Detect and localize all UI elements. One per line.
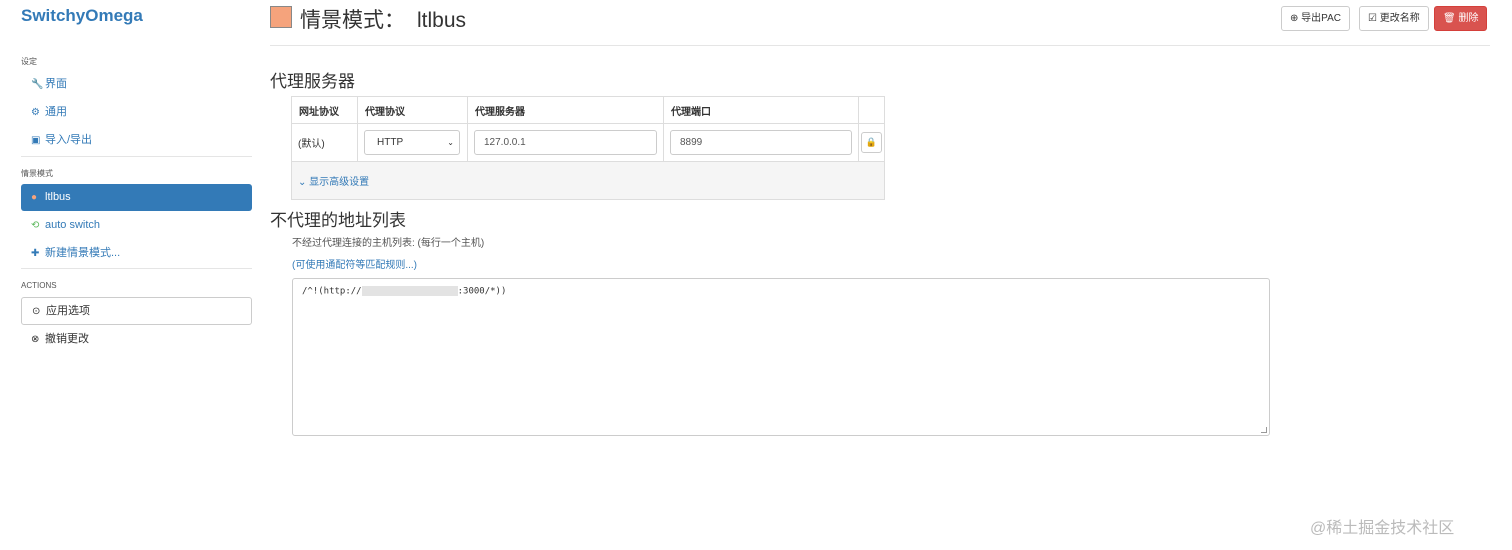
sidebar-item-import-export[interactable]: ▣ 导入/导出 [21,127,252,154]
sidebar-item-label: 导入/导出 [45,134,93,146]
page-title-prefix: 情景模式： [300,9,405,32]
divider [21,156,252,157]
link-label: 显示高级设置 [309,177,370,188]
edit-icon: ☑ [1368,13,1377,24]
wildcard-rules-link[interactable]: (可使用通配符等匹配规则...) [292,256,417,271]
watermark: @稀土掘金技术社区 [1310,520,1455,537]
gear-icon: ⚙ [31,107,40,118]
column-header-empty [858,96,885,124]
sidebar-item-auto-switch[interactable]: ⟲ auto switch [21,212,252,239]
retweet-icon: ⟲ [31,220,40,231]
column-header-port: 代理端口 [663,96,859,124]
column-header-protocol: 代理协议 [357,96,468,124]
sidebar: SwitchyOmega 设定 🔧 界面 ⚙ 通用 ▣ 导入/导出 情景模式 ● ltl… [0,0,262,550]
server-cell: 127.0.0.1 [467,123,664,162]
section-header-profiles: 情景模式 [21,169,53,178]
download-icon: ⊕ [1290,13,1299,24]
protocol-value: HTTP [377,137,404,148]
protocol-cell: HTTP ⌄ [357,123,468,162]
lock-icon: 🔒 [865,137,878,147]
proxy-section-heading: 代理服务器 [270,72,355,91]
sidebar-item-ltlbus[interactable]: ● ltlbus [21,184,252,211]
bypass-description: 不经过代理连接的主机列表: (每行一个主机) [292,238,485,249]
profile-name: ltlbus [417,9,467,32]
table-row: (默认) HTTP ⌄ 127.0.0.1 8899 🔒 [291,123,885,162]
button-label: 更改名称 [1379,13,1420,24]
button-label: 删除 [1458,13,1479,24]
scheme-cell: (默认) [291,123,358,162]
chevron-down-icon: ⌄ [298,177,307,188]
button-label: 撤销更改 [45,333,89,345]
divider [21,268,252,269]
export-pac-button[interactable]: ⊕ 导出PAC [1281,6,1350,31]
globe-icon: ● [31,192,38,203]
auth-lock-button[interactable]: 🔒 [861,132,882,153]
show-advanced-link[interactable]: ⌄ 显示高级设置 [291,161,885,200]
sidebar-item-general[interactable]: ⚙ 通用 [21,99,252,126]
apply-options-button[interactable]: ⊙ 应用选项 [21,297,252,325]
column-header-scheme: 网址协议 [291,96,358,124]
trash-icon: 🗑 [1443,13,1456,24]
plus-icon: ✚ [31,248,40,259]
remove-circle-icon: ⊗ [31,334,40,345]
wrench-icon: 🔧 [31,79,44,90]
bypass-section-heading: 不代理的地址列表 [270,211,406,230]
sidebar-item-label: 新建情景模式... [45,247,121,259]
check-circle-icon: ⊙ [32,306,41,317]
page-title: 情景模式： ltlbus [300,4,466,34]
section-header-actions: ACTIONS [21,281,57,290]
server-input[interactable]: 127.0.0.1 [474,130,657,155]
discard-changes-button[interactable]: ⊗ 撤销更改 [21,326,252,353]
section-header-settings: 设定 [21,57,37,66]
proxy-table: 网址协议 代理协议 代理服务器 代理端口 (默认) HTTP ⌄ 127.0.0… [291,96,885,200]
redacted-host [361,286,458,296]
sidebar-item-label: 界面 [45,78,67,90]
resize-handle[interactable] [1261,427,1267,433]
page-header: 情景模式： ltlbus ⊕ 导出PAC ☑ 更改名称 🗑 删除 [270,0,1490,46]
column-header-server: 代理服务器 [467,96,664,124]
rule-text-prefix: /^!(http:// [302,286,362,297]
rename-button[interactable]: ☑ 更改名称 [1359,6,1429,31]
sidebar-item-label: auto switch [45,219,101,231]
floppy-icon: ▣ [31,135,41,146]
lock-cell: 🔒 [858,123,885,162]
button-label: 应用选项 [46,305,90,317]
profile-color-swatch[interactable] [270,6,292,28]
sidebar-item-new-profile[interactable]: ✚ 新建情景模式... [21,240,252,267]
port-input[interactable]: 8899 [670,130,852,155]
sidebar-item-ui[interactable]: 🔧 界面 [21,71,252,98]
button-label: 导出PAC [1301,13,1341,24]
brand-logo[interactable]: SwitchyOmega [21,6,143,26]
rule-text-suffix: :3000/*)) [457,286,507,297]
table-header-row: 网址协议 代理协议 代理服务器 代理端口 [291,96,885,124]
sidebar-item-label: ltlbus [45,191,71,203]
chevron-down-icon: ⌄ [447,138,454,147]
bypass-list-textarea[interactable]: /^!(http:// :3000/*)) [292,278,1270,436]
delete-button[interactable]: 🗑 删除 [1434,6,1488,31]
protocol-select[interactable]: HTTP ⌄ [364,130,460,155]
advanced-row: ⌄ 显示高级设置 [291,161,885,200]
port-cell: 8899 [663,123,859,162]
sidebar-item-label: 通用 [45,106,67,118]
